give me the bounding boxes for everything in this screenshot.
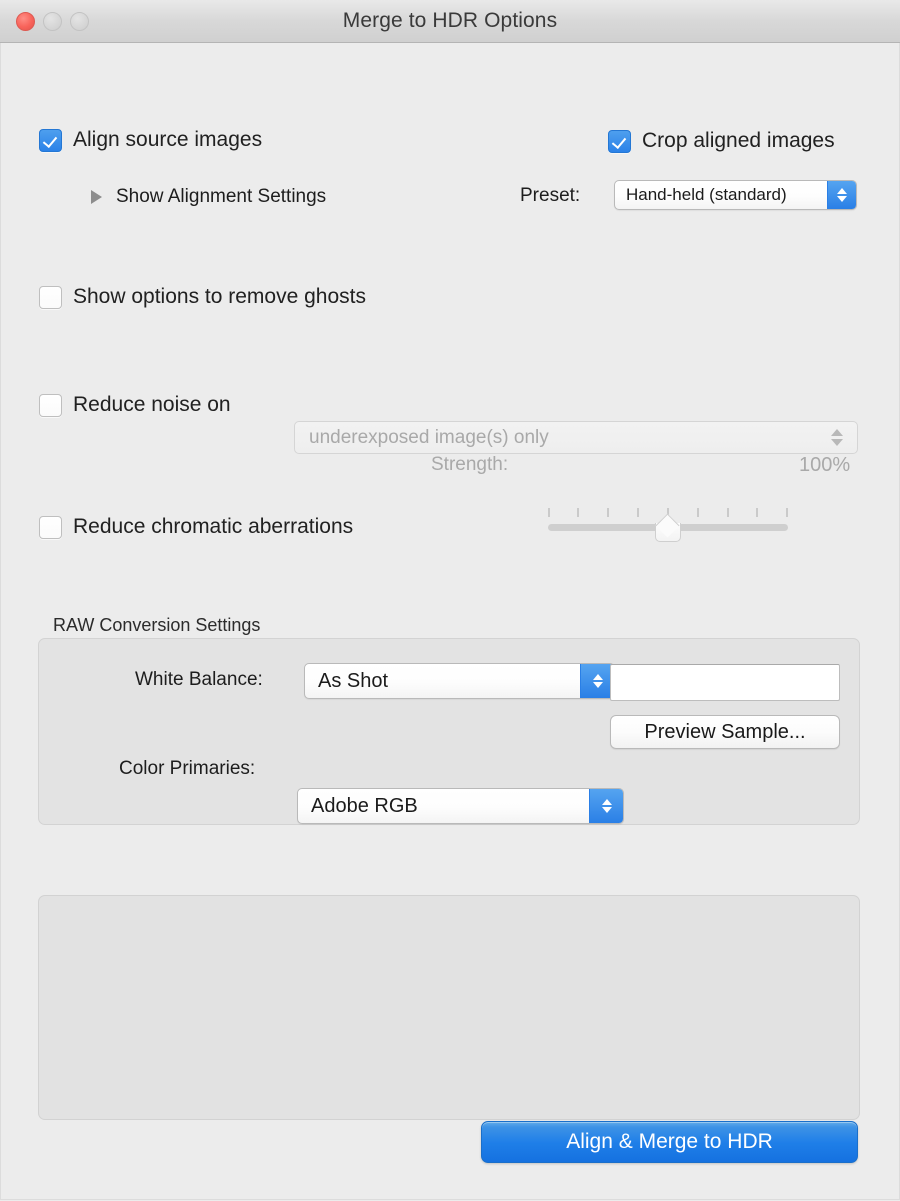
checkmark-icon	[39, 129, 62, 152]
disclosure-show-alignment-settings[interactable]: Show Alignment Settings	[91, 186, 326, 208]
raw-conversion-group-title: RAW Conversion Settings	[53, 615, 260, 636]
raw-conversion-settings-group: White Balance: As Shot Preview Sample...…	[38, 638, 860, 825]
slider-knob[interactable]	[655, 516, 681, 542]
white-balance-stepper-arrows-icon[interactable]	[580, 664, 614, 698]
dialog-content: Align source images Crop aligned images …	[0, 43, 900, 1200]
white-balance-text-field[interactable]	[610, 664, 840, 701]
preview-area[interactable]	[38, 895, 860, 1120]
strength-label: Strength:	[431, 454, 508, 476]
checkbox-reduce-noise[interactable]: Reduce noise on	[39, 393, 231, 417]
strength-value: 100%	[799, 454, 850, 477]
checkbox-reduce-chromatic-aberrations[interactable]: Reduce chromatic aberrations	[39, 515, 353, 539]
checkbox-crop-aligned-images[interactable]: Crop aligned images	[608, 129, 835, 153]
preset-popup-button[interactable]: Hand-held (standard)	[614, 180, 857, 210]
checkmark-icon	[608, 130, 631, 153]
empty-checkbox-icon	[39, 286, 62, 309]
align-and-merge-to-hdr-button[interactable]: Align & Merge to HDR	[481, 1121, 858, 1163]
checkbox-label-reduce-noise: Reduce noise on	[73, 393, 231, 417]
checkbox-label-crop-aligned-images: Crop aligned images	[642, 129, 835, 153]
merge-to-hdr-options-window: Merge to HDR Options Align source images…	[0, 0, 900, 1201]
empty-checkbox-icon	[39, 394, 62, 417]
preview-area-content	[39, 896, 859, 1119]
reduce-noise-target-value: underexposed image(s) only	[295, 427, 831, 449]
checkbox-show-ghost-options[interactable]: Show options to remove ghosts	[39, 285, 366, 309]
color-primaries-popup-button[interactable]: Adobe RGB	[297, 788, 624, 824]
window-titlebar: Merge to HDR Options	[0, 0, 900, 43]
reduce-noise-stepper-arrows-icon	[831, 429, 857, 446]
preview-sample-button[interactable]: Preview Sample...	[610, 715, 840, 749]
disclosure-label-show-alignment-settings: Show Alignment Settings	[116, 186, 326, 208]
window-title: Merge to HDR Options	[0, 9, 900, 33]
preset-popup-value: Hand-held (standard)	[615, 185, 827, 205]
checkbox-label-show-ghost-options: Show options to remove ghosts	[73, 285, 366, 309]
reduce-noise-target-popup-button[interactable]: underexposed image(s) only	[294, 421, 858, 454]
preset-stepper-arrows-icon[interactable]	[827, 181, 856, 209]
checkbox-label-reduce-chromatic-aberrations: Reduce chromatic aberrations	[73, 515, 353, 539]
color-primaries-stepper-arrows-icon[interactable]	[589, 789, 623, 823]
white-balance-popup-button[interactable]: As Shot	[304, 663, 615, 699]
preset-label: Preset:	[520, 185, 580, 207]
disclosure-triangle-right-icon	[91, 190, 102, 204]
color-primaries-label: Color Primaries:	[119, 758, 255, 780]
white-balance-popup-value: As Shot	[305, 670, 580, 693]
checkbox-align-source-images[interactable]: Align source images	[39, 128, 262, 152]
white-balance-label: White Balance:	[135, 669, 263, 691]
checkbox-label-align-source-images: Align source images	[73, 128, 262, 152]
color-primaries-popup-value: Adobe RGB	[298, 795, 589, 818]
empty-checkbox-icon	[39, 516, 62, 539]
strength-slider[interactable]	[548, 508, 788, 542]
